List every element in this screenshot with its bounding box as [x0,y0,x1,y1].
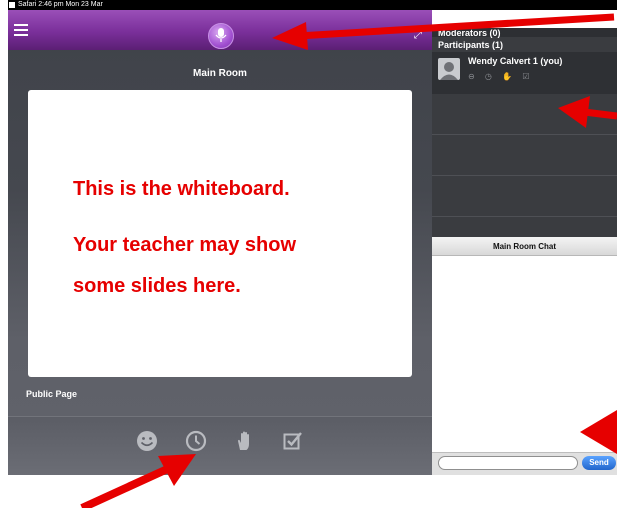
annotation-arrow [580,410,617,454]
annotation-arrows [80,13,617,508]
annotation-arrow [80,454,196,508]
annotation-arrow [558,96,617,128]
annotation-arrow [272,13,615,50]
